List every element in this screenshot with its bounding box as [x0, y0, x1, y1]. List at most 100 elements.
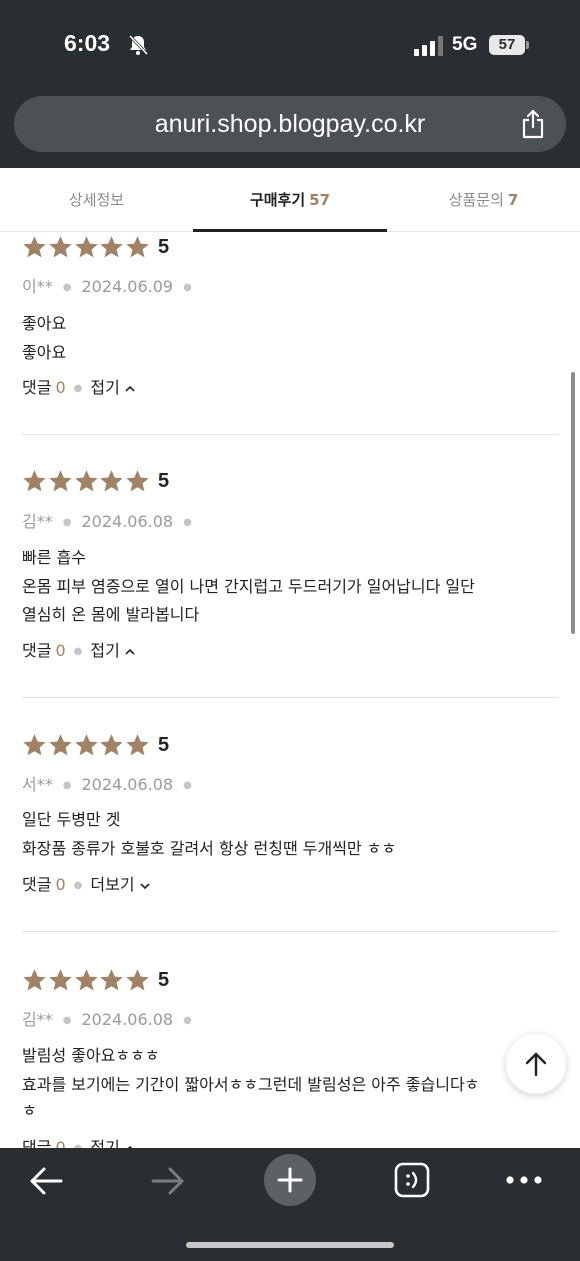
network-type: 5G	[452, 34, 478, 55]
arrow-up-icon	[525, 1052, 547, 1077]
review-date: 2024.06.08	[81, 1010, 174, 1029]
rating-stars: 5	[22, 234, 169, 260]
star-icon	[100, 968, 124, 990]
review-meta: 서** ● 2024.06.08 ●	[22, 775, 192, 794]
review-date: 2024.06.09	[81, 277, 174, 296]
star-icon	[74, 733, 98, 755]
back-icon[interactable]	[28, 1166, 64, 1196]
toggle-button[interactable]: 더보기	[90, 875, 150, 894]
comment-button[interactable]: 댓글 0	[22, 1138, 66, 1148]
toggle-button[interactable]: 접기	[90, 1138, 135, 1148]
toggle-label: 접기	[90, 641, 120, 660]
plus-icon	[277, 1167, 303, 1193]
toggle-label: 접기	[90, 1138, 120, 1148]
star-icon	[23, 733, 46, 755]
more-icon[interactable]	[505, 1174, 543, 1186]
star-icon	[126, 469, 149, 491]
tab-inquiries-count: 7	[507, 191, 519, 209]
star-icon	[49, 733, 72, 755]
comment-count: 0	[55, 1138, 66, 1148]
share-icon[interactable]	[520, 109, 546, 139]
comment-label: 댓글	[22, 875, 52, 894]
bell-slash-icon	[128, 34, 148, 56]
review-actions: 댓글0●접기	[22, 1134, 136, 1148]
home-indicator[interactable]	[186, 1242, 394, 1248]
review-author: 서**	[22, 775, 53, 794]
review-meta: 이** ● 2024.06.09 ●	[22, 277, 192, 296]
review-date: 2024.06.08	[81, 775, 174, 794]
star-icon	[49, 469, 72, 491]
review-item: 5 이** ● 2024.06.09 ● 좋아요 좋아요 댓글 0 ● 접기	[0, 230, 580, 435]
star-icon	[100, 733, 124, 755]
toggle-button[interactable]: 접기	[90, 641, 135, 660]
tab-details-label: 상세정보	[68, 191, 125, 209]
review-item: 5 서** ● 2024.06.08 ● 일단 두병만 겟 화장품 종류가 호불호 갈…	[0, 698, 580, 932]
review-text-line: 화장품 종류가 호불호 갈려서 항상 런칭땐 두개씩만 ㅎㅎ	[22, 839, 397, 858]
rating-score: 5	[157, 733, 170, 756]
scroll-to-top-button[interactable]	[506, 1034, 566, 1094]
new-tab-button[interactable]	[264, 1154, 316, 1206]
review-title: 발림성 좋아요ㅎㅎㅎ	[22, 1046, 160, 1065]
review-text-line: 좋아요	[22, 343, 67, 362]
star-icon	[126, 968, 149, 990]
page-scrollbar[interactable]	[571, 372, 575, 634]
browser-toolbar	[0, 1148, 580, 1261]
tab-reviews-count: 57	[309, 191, 331, 209]
tabs-icon[interactable]	[394, 1162, 430, 1198]
review-author: 김**	[22, 512, 53, 531]
star-icon	[74, 469, 98, 491]
battery-level: 57	[489, 35, 525, 55]
review-actions: 댓글 0 ● 더보기	[22, 871, 151, 895]
comment-count: 0	[55, 641, 66, 660]
star-icon	[100, 469, 124, 491]
chevron-down-icon	[139, 882, 150, 889]
star-icon	[49, 235, 72, 257]
battery-tip	[526, 41, 529, 49]
review-date: 2024.06.08	[81, 512, 174, 531]
comment-count: 0	[55, 378, 66, 397]
review-item: 5 김** ● 2024.06.08 ● 발림성 좋아요ㅎㅎㅎ 효과를 보기에는 기간…	[0, 932, 580, 1148]
review-author: 이**	[22, 277, 53, 296]
rating-score: 5	[157, 968, 170, 991]
review-actions: 댓글0●접기	[22, 374, 136, 398]
rating-score: 5	[157, 469, 170, 492]
tab-inquiries-label: 상품문의	[448, 191, 504, 209]
rating-stars: 5	[22, 732, 169, 758]
review-text-line: 효과를 보기에는 기간이 짧아서ㅎㅎ그런데 발림성은 아주 좋습니다ㅎ	[22, 1075, 480, 1094]
status-time: 6:03	[64, 30, 111, 56]
toggle-button[interactable]: 접기	[90, 378, 135, 397]
comment-button[interactable]: 댓글 0	[22, 641, 66, 660]
toggle-label: 더보기	[90, 875, 135, 894]
comment-label: 댓글	[22, 378, 52, 397]
chevron-up-icon	[125, 385, 135, 392]
star-icon	[23, 469, 46, 491]
rating-stars: 5	[22, 468, 169, 494]
star-icon	[126, 733, 149, 755]
comment-count: 0	[55, 875, 66, 894]
tab-inquiries[interactable]: 상품문의 7	[387, 168, 580, 232]
chevron-up-icon	[125, 648, 135, 655]
comment-button[interactable]: 댓글 0	[22, 875, 66, 894]
address-bar[interactable]: anuri.shop.blogpay.co.kr	[14, 96, 566, 152]
rating-stars: 5	[22, 967, 169, 993]
star-icon	[74, 235, 98, 257]
tab-reviews-label: 구매후기	[249, 191, 306, 209]
review-title: 좋아요	[22, 314, 67, 333]
review-meta: 김** ● 2024.06.08 ●	[22, 1010, 192, 1029]
review-text-line: ㅎ	[22, 1101, 37, 1120]
comment-label: 댓글	[22, 641, 52, 660]
status-and-url-area: 6:03 5G 57 anuri.shop.blogpay.co.kr	[0, 0, 580, 168]
forward-icon[interactable]	[150, 1166, 186, 1196]
comment-button[interactable]: 댓글 0	[22, 378, 66, 397]
star-icon	[49, 968, 72, 990]
active-tab-underline	[193, 229, 387, 232]
tab-reviews[interactable]: 구매후기 57	[193, 168, 387, 232]
comment-label: 댓글	[22, 1138, 52, 1148]
review-text-line: 온몸 피부 염증으로 열이 나면 간지럽고 두드러기가 일어납니다 일단	[22, 577, 475, 596]
review-meta: 김** ● 2024.06.08 ●	[22, 512, 192, 531]
review-actions: 댓글0●접기	[22, 637, 136, 661]
url-text[interactable]: anuri.shop.blogpay.co.kr	[14, 96, 566, 152]
review-title: 일단 두병만 겟	[22, 810, 121, 829]
tab-details[interactable]: 상세정보	[0, 168, 193, 232]
review-item: 5 김** ● 2024.06.08 ● 빠른 흡수 온몸 피부 염증으로 열이 나면…	[0, 435, 580, 698]
